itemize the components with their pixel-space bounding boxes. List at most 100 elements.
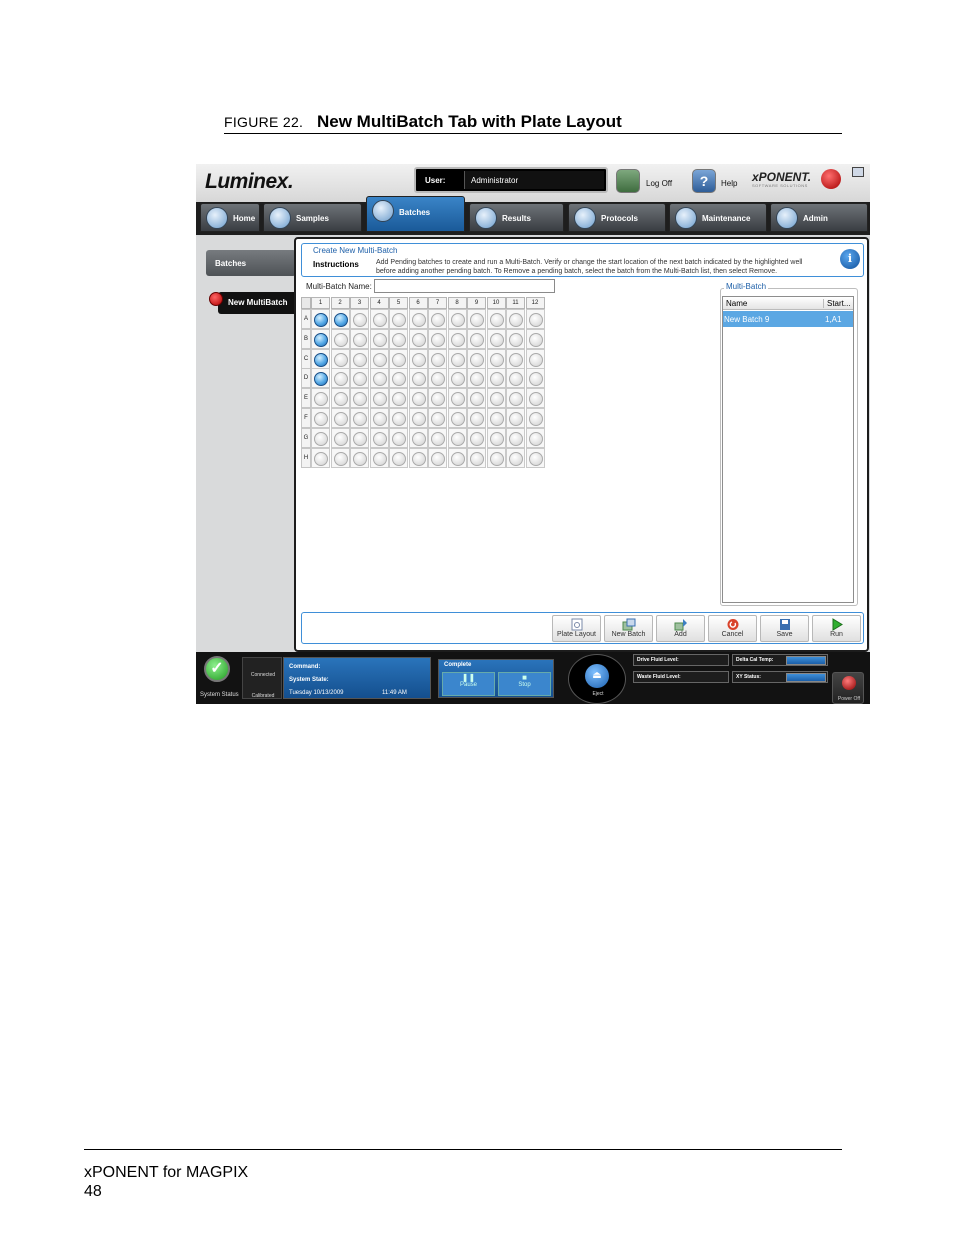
plate-well-cell[interactable] <box>369 348 389 369</box>
plate-well-cell[interactable] <box>350 309 369 329</box>
plate-well-cell[interactable] <box>525 427 545 448</box>
plate-well-cell[interactable] <box>447 408 467 428</box>
tab-protocols[interactable]: Protocols <box>568 203 666 232</box>
plate-well-cell[interactable] <box>525 309 545 329</box>
plate-well-cell[interactable] <box>428 348 447 369</box>
plate-row-header[interactable]: C <box>301 348 311 369</box>
plate-column-header[interactable]: 8 <box>447 297 467 309</box>
tab-samples[interactable]: Samples <box>263 203 362 232</box>
plate-well-cell[interactable] <box>506 309 525 329</box>
plate-well-cell[interactable] <box>369 368 389 389</box>
cancel-button[interactable]: Cancel <box>708 615 757 642</box>
plate-well-cell[interactable] <box>447 447 467 468</box>
plate-column-header[interactable]: 11 <box>506 297 525 309</box>
plate-well-cell[interactable] <box>350 348 369 369</box>
add-button[interactable]: Add <box>656 615 705 642</box>
tab-results[interactable]: Results <box>469 203 564 232</box>
tab-home[interactable]: Home <box>200 203 260 232</box>
plate-well-cell[interactable] <box>506 328 525 349</box>
sidebar-item-batches[interactable]: Batches <box>206 250 296 276</box>
plate-well-cell[interactable] <box>506 447 525 468</box>
plate-well-cell[interactable] <box>408 328 428 349</box>
plate-well-cell[interactable] <box>311 328 330 349</box>
run-button[interactable]: Run <box>812 615 861 642</box>
plate-well-cell[interactable] <box>369 309 389 329</box>
plate-well-cell[interactable] <box>428 309 447 329</box>
logoff-icon[interactable] <box>616 169 640 193</box>
plate-well-cell[interactable] <box>389 447 408 468</box>
plate-well-cell[interactable] <box>389 328 408 349</box>
plate-well-cell[interactable] <box>330 348 350 369</box>
plate-column-header[interactable]: 10 <box>486 297 506 309</box>
plate-column-header[interactable]: 7 <box>428 297 447 309</box>
plate-well-cell[interactable] <box>428 447 447 468</box>
plate-well-cell[interactable] <box>506 388 525 409</box>
plate-well-cell[interactable] <box>447 328 467 349</box>
plate-well-cell[interactable] <box>447 388 467 409</box>
plate-well-cell[interactable] <box>447 309 467 329</box>
plate-well-cell[interactable] <box>486 328 506 349</box>
save-button[interactable]: Save <box>760 615 809 642</box>
plate-well-cell[interactable] <box>486 408 506 428</box>
plate-well-cell[interactable] <box>525 388 545 409</box>
plate-well-cell[interactable] <box>369 388 389 409</box>
column-header-start[interactable]: Start... <box>823 299 851 308</box>
tab-batches[interactable]: Batches <box>366 196 465 232</box>
plate-well-cell[interactable] <box>428 408 447 428</box>
plate-well-cell[interactable] <box>350 388 369 409</box>
plate-well-cell[interactable] <box>311 388 330 409</box>
plate-well-cell[interactable] <box>467 427 486 448</box>
plate-well-cell[interactable] <box>467 388 486 409</box>
list-item[interactable]: New Batch 9 1,A1 <box>723 311 853 327</box>
plate-well-cell[interactable] <box>525 348 545 369</box>
plate-well-cell[interactable] <box>311 368 330 389</box>
plate-well-cell[interactable] <box>389 388 408 409</box>
tab-admin[interactable]: Admin <box>770 203 868 232</box>
multibatch-list[interactable]: Name Start... New Batch 9 1,A1 <box>722 296 854 603</box>
plate-well-cell[interactable] <box>311 309 330 329</box>
plate-column-header[interactable]: 2 <box>330 297 350 309</box>
plate-well-cell[interactable] <box>486 427 506 448</box>
plate-well-cell[interactable] <box>350 408 369 428</box>
power-off-button[interactable]: Power Off <box>832 672 864 704</box>
plate-row-header[interactable]: A <box>301 309 311 329</box>
plate-row-header[interactable]: H <box>301 447 311 468</box>
plate-well-cell[interactable] <box>369 447 389 468</box>
plate-column-header[interactable]: 3 <box>350 297 369 309</box>
plate-well-cell[interactable] <box>408 309 428 329</box>
plate-well-cell[interactable] <box>389 408 408 428</box>
plate-well-cell[interactable] <box>330 427 350 448</box>
plate-well-cell[interactable] <box>408 368 428 389</box>
plate-well-cell[interactable] <box>389 368 408 389</box>
plate-well-cell[interactable] <box>311 408 330 428</box>
pause-button[interactable]: ❚❚ Pause <box>442 672 495 696</box>
eject-button[interactable]: ⏏ Eject <box>568 654 626 704</box>
plate-well-cell[interactable] <box>350 368 369 389</box>
plate-well-cell[interactable] <box>525 447 545 468</box>
plate-well-cell[interactable] <box>506 427 525 448</box>
plate-well-cell[interactable] <box>447 427 467 448</box>
plate-well-cell[interactable] <box>486 368 506 389</box>
tab-maintenance[interactable]: Maintenance <box>669 203 767 232</box>
plate-well-cell[interactable] <box>330 368 350 389</box>
plate-well-cell[interactable] <box>467 309 486 329</box>
plate-row-header[interactable]: B <box>301 328 311 349</box>
plate-well-cell[interactable] <box>350 328 369 349</box>
plate-row-header[interactable]: F <box>301 408 311 428</box>
plate-well-cell[interactable] <box>525 368 545 389</box>
plate-well-cell[interactable] <box>408 447 428 468</box>
plate-well-cell[interactable] <box>369 427 389 448</box>
plate-layout-button[interactable]: Plate Layout <box>552 615 601 642</box>
plate-well-cell[interactable] <box>389 348 408 369</box>
plate-well-cell[interactable] <box>428 368 447 389</box>
minimize-button[interactable] <box>852 167 864 177</box>
plate-well-cell[interactable] <box>506 368 525 389</box>
plate-well-cell[interactable] <box>389 427 408 448</box>
plate-well-cell[interactable] <box>389 309 408 329</box>
plate-column-header[interactable]: 12 <box>525 297 545 309</box>
plate-well-cell[interactable] <box>486 309 506 329</box>
plate-well-cell[interactable] <box>330 388 350 409</box>
plate-row-header[interactable]: G <box>301 427 311 448</box>
column-header-name[interactable]: Name <box>726 299 747 308</box>
plate-well-cell[interactable] <box>330 447 350 468</box>
